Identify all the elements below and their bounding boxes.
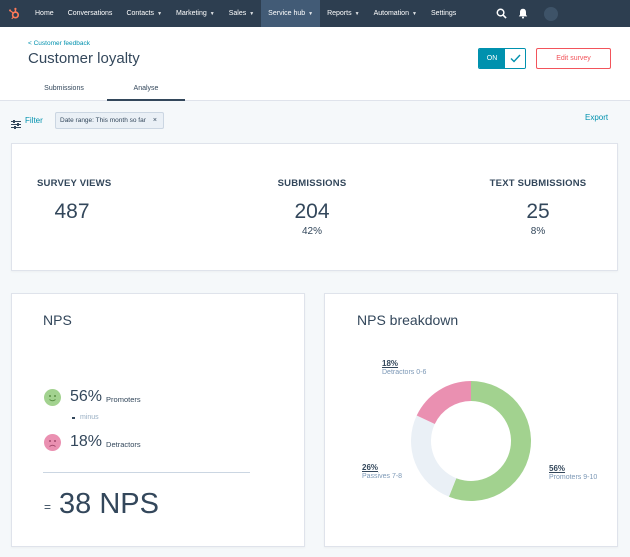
stat-value: 204 xyxy=(294,200,330,223)
segment-percent: 26% xyxy=(362,463,379,472)
nav-item-contacts[interactable]: Contacts ▼ xyxy=(119,0,169,27)
chevron-down-icon: ▼ xyxy=(249,10,255,17)
stat-percent: 42% xyxy=(301,226,322,237)
nav-item-label: Settings xyxy=(430,10,457,17)
nav-item-settings[interactable]: Settings xyxy=(424,0,463,27)
donut-segment-detractors[interactable] xyxy=(416,381,471,424)
smiley-face-icon xyxy=(44,388,61,406)
toggle-on-label: ON xyxy=(479,49,505,68)
segment-percent: 18% xyxy=(382,359,399,368)
stats-card: SURVEY VIEWS 487 SUBMISSIONS 204 42% TEX… xyxy=(11,143,618,271)
stat-submissions: SUBMISSIONS 204 42% xyxy=(272,178,352,237)
close-icon[interactable]: × xyxy=(153,117,157,124)
avatar xyxy=(544,6,558,21)
nps-score: 38 NPS xyxy=(59,488,159,520)
stat-percent: 8% xyxy=(530,226,546,237)
minus-icon xyxy=(72,416,75,419)
page-title: Customer loyalty xyxy=(28,50,140,67)
promoters-percent: 56% xyxy=(70,388,103,405)
chevron-down-icon: ▼ xyxy=(411,10,417,17)
passives-segment-label: 26% Passives 7-8 xyxy=(362,463,402,480)
nav-item-marketing[interactable]: Marketing ▼ xyxy=(169,0,222,27)
detractors-row: 18% Detractors xyxy=(44,433,141,451)
stat-label: SURVEY VIEWS xyxy=(37,178,112,189)
tab-analyse[interactable]: Analyse xyxy=(107,83,185,101)
filter-button[interactable]: Filter xyxy=(25,116,43,125)
promoters-label: Promoters xyxy=(106,395,141,404)
survey-toggle[interactable]: ON xyxy=(478,48,526,69)
stat-text-submissions: TEXT SUBMISSIONS 25 8% xyxy=(482,178,594,237)
nav-item-conversations[interactable]: Conversations xyxy=(61,0,120,27)
page-header: < Customer feedback Customer loyalty ON … xyxy=(0,27,630,101)
promoters-row: 56% Promoters xyxy=(44,388,141,406)
promoters-segment-label: 56% Promoters 9-10 xyxy=(549,464,597,481)
bell-icon[interactable] xyxy=(512,0,534,27)
detractors-segment-label: 18% Detractors 0-6 xyxy=(382,359,426,376)
chevron-down-icon: ▼ xyxy=(157,10,163,17)
stat-value: 25 xyxy=(526,200,550,223)
top-nav: Home Conversations Contacts ▼ Marketing ▼ … xyxy=(0,0,630,27)
nav-item-sales[interactable]: Sales ▼ xyxy=(222,0,261,27)
minus-label: minus xyxy=(80,414,99,421)
chip-label: Date range: This month so far xyxy=(60,117,146,124)
nav-item-label: Service hub xyxy=(268,10,306,17)
nav-item-label: Reports xyxy=(327,10,352,17)
search-icon[interactable] xyxy=(490,0,512,27)
segment-name: Passives 7-8 xyxy=(362,473,403,480)
nps-card-title: NPS xyxy=(43,312,72,328)
nav-item-label: Marketing xyxy=(176,10,207,17)
checkmark-icon xyxy=(505,49,525,68)
chevron-down-icon: ▼ xyxy=(308,10,314,17)
nav-item-label: Home xyxy=(35,10,54,17)
segment-percent: 56% xyxy=(549,464,566,473)
stat-label: TEXT SUBMISSIONS xyxy=(489,178,587,189)
nav-item-home[interactable]: Home xyxy=(28,0,61,27)
account-menu[interactable] xyxy=(534,0,630,27)
export-link[interactable]: Export xyxy=(585,113,608,122)
sad-face-icon xyxy=(44,433,61,451)
stat-survey-views: SURVEY VIEWS 487 xyxy=(37,178,112,224)
donut-segment-passives[interactable] xyxy=(411,415,457,497)
chevron-down-icon: ▼ xyxy=(209,10,215,17)
filter-sliders-icon[interactable] xyxy=(11,116,21,134)
breadcrumb[interactable]: < Customer feedback xyxy=(28,40,90,47)
equals-sign: = xyxy=(44,500,52,514)
nav-item-label: Automation xyxy=(373,10,409,17)
minus-row: minus xyxy=(72,414,99,421)
nav-item-label: Conversations xyxy=(67,10,113,17)
detractors-percent: 18% xyxy=(70,433,103,450)
stat-label: SUBMISSIONS xyxy=(277,178,347,189)
detractors-label: Detractors xyxy=(106,440,141,449)
segment-name: Promoters 9-10 xyxy=(549,474,598,481)
nav-item-service-hub[interactable]: Service hub ▼ xyxy=(261,0,321,27)
chevron-down-icon: ▼ xyxy=(354,10,360,17)
hubspot-logo-icon[interactable] xyxy=(0,0,28,27)
segment-name: Detractors 0-6 xyxy=(382,369,427,376)
edit-survey-button[interactable]: Edit survey xyxy=(536,48,611,69)
nav-item-reports[interactable]: Reports ▼ xyxy=(320,0,366,27)
nav-item-automation[interactable]: Automation ▼ xyxy=(367,0,424,27)
divider xyxy=(43,472,250,473)
nav-item-label: Contacts xyxy=(126,10,155,17)
breakdown-card-title: NPS breakdown xyxy=(357,312,459,328)
tab-bar: Submissions Analyse xyxy=(28,83,185,101)
nps-donut-chart xyxy=(411,381,531,501)
stat-value: 487 xyxy=(54,200,90,223)
date-range-filter-chip[interactable]: Date range: This month so far × xyxy=(55,112,164,129)
tab-submissions[interactable]: Submissions xyxy=(28,83,100,101)
nav-right xyxy=(490,0,630,27)
nav-item-label: Sales xyxy=(228,10,247,17)
